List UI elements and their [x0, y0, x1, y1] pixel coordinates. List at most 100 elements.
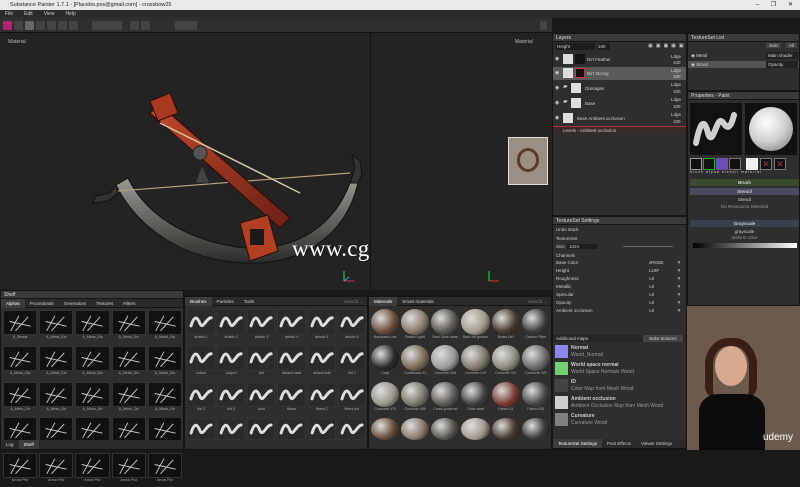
brush-thumbnail[interactable]: artistic 3	[247, 309, 276, 343]
remove-channel-icon[interactable]: ✕	[677, 267, 681, 274]
tab-log[interactable]: Log	[1, 440, 19, 449]
shader-dropdown[interactable]: Main shader	[766, 52, 798, 59]
layer-row[interactable]: ◉ Dirt Feather Ldge 100	[553, 53, 686, 66]
mat-thumbnail[interactable]: Cardboard 01	[401, 345, 430, 379]
mat-thumbnail[interactable]	[461, 417, 490, 447]
layer-row[interactable]: ◉ ▰ Damages Ldge 100	[553, 81, 686, 95]
mat-thumbnail[interactable]: Carbon Fiber	[521, 309, 550, 343]
alpha-thumbnail[interactable]: A_Metal_Dis	[75, 310, 110, 344]
alpha-thumbnail[interactable]: Arrow Pict	[3, 453, 38, 487]
clone-tool-icon[interactable]	[58, 21, 67, 30]
geometry-fill-icon[interactable]	[36, 21, 45, 30]
channel-format[interactable]: L8	[649, 291, 654, 298]
render-icon[interactable]	[141, 21, 150, 30]
view-mode-dropdown[interactable]	[175, 21, 197, 30]
picker-tool-icon[interactable]	[69, 21, 78, 30]
tab-textures[interactable]: Textures	[91, 299, 118, 308]
mat-thumbnail[interactable]	[401, 417, 430, 447]
brush-thumbnail[interactable]	[217, 417, 246, 447]
symmetry-control[interactable]	[92, 21, 122, 30]
brush-thumbnail[interactable]: dirt 1	[337, 345, 366, 379]
toolbar-menu-icon[interactable]	[540, 21, 547, 30]
mat-thumbnail[interactable]: Concrete 020	[521, 345, 550, 379]
alpha-thumbnail[interactable]: Arrow Pict	[147, 453, 182, 487]
brush-thumbnail[interactable]: dirt 3	[217, 381, 246, 416]
alpha-thumbnail[interactable]: A_Metal_Dis	[3, 345, 38, 380]
mat-thumbnail[interactable]: Concrete 011	[491, 345, 520, 379]
mat-thumbnail[interactable]	[491, 417, 520, 447]
brush-thumbnail[interactable]: artistic 4	[277, 309, 306, 343]
projection-tool-icon[interactable]	[25, 21, 34, 30]
map-normal[interactable]: Normal Wood_Normal	[554, 344, 685, 360]
brush-thumbnail[interactable]: crayon	[217, 345, 246, 379]
mat-thumbnail[interactable]	[521, 417, 550, 447]
grayscale-section-header[interactable]: Grayscale	[690, 220, 799, 227]
mat-thumbnail[interactable]: Concrete 050	[401, 381, 430, 416]
eye-icon[interactable]: ◉	[555, 100, 559, 107]
layer-row[interactable]: ◉ Base Ambient occlusion Ldge 100	[553, 111, 686, 125]
alpha-thumbnail[interactable]: A_Metal_Dis	[147, 345, 182, 380]
effect-row[interactable]: Levels - Ambient occlusion	[553, 126, 686, 133]
viewport-3d[interactable]: Material www.cg-ku.com	[0, 33, 447, 290]
remove-channel-icon[interactable]: ✕	[677, 291, 681, 298]
brush-thumbnail[interactable]: artistic 2	[217, 309, 246, 343]
tab-tools[interactable]: Tools	[239, 297, 260, 306]
remove-channel-icon[interactable]: ✕	[677, 275, 681, 282]
brush-thumbnail[interactable]	[307, 417, 336, 447]
channel-row[interactable]: Base Color sRGB8 ✕	[553, 259, 686, 266]
brush-thumbnail[interactable]: dirt	[247, 345, 276, 379]
remove-channel-icon[interactable]: ✕	[677, 299, 681, 306]
alpha-thumbnail[interactable]: A_Mesh_Dir	[75, 381, 110, 416]
tab-brushes[interactable]: Brushes	[185, 297, 212, 306]
mat-thumbnail[interactable]: Coal	[371, 345, 400, 379]
brush-thumbnail[interactable]	[337, 417, 366, 447]
brush-thumbnail[interactable]: fibers 2	[307, 381, 336, 416]
map-id[interactable]: ID Color Map from Mesh Wood	[554, 378, 685, 394]
alpha-thumbnail[interactable]: A_Beads	[3, 310, 38, 344]
color-thumb-icon[interactable]	[746, 158, 758, 170]
brush-thumbnail[interactable]: artistic 6	[337, 309, 366, 343]
channel-format[interactable]: L8	[649, 283, 654, 290]
mat-thumbnail[interactable]	[371, 417, 400, 447]
layer-row[interactable]: ◉ ▰ Base Ldge 100	[553, 96, 686, 110]
layer-row-selected[interactable]: ◉ Dirt Strong Ldge 100	[553, 67, 686, 80]
alpha-thumbnail[interactable]: A_Metal_Dis	[111, 310, 146, 344]
grayscale-slider[interactable]	[693, 243, 797, 248]
mat-thumbnail[interactable]: Fabric 03	[491, 381, 520, 416]
all-button[interactable]: All	[786, 43, 798, 48]
camera-icon[interactable]	[130, 21, 139, 30]
brush-thumbnail[interactable]: default soft	[307, 345, 336, 379]
channel-format[interactable]: L8	[649, 275, 654, 282]
map-world-normal[interactable]: World space normal World Space Normals Wo…	[554, 361, 685, 377]
brush-thumbnail[interactable]: fibers	[277, 381, 306, 416]
alpha-thumbnail[interactable]: A_Mesh_Dir	[147, 381, 182, 416]
brush-thumbnail[interactable]: dirt 2	[187, 381, 216, 416]
brush-thumbnail[interactable]: cotton	[187, 345, 216, 379]
stencil-section-header[interactable]: Stencil	[690, 188, 799, 195]
menu-edit[interactable]: Edit	[24, 11, 33, 17]
tab-textureset-settings[interactable]: TextureSet Settings	[553, 439, 603, 448]
brush-thumbnail[interactable]: default hard	[277, 345, 306, 379]
channel-format[interactable]: L16F	[649, 267, 659, 274]
alpha-thumbnail[interactable]: Arrow Pict	[39, 453, 74, 487]
brush-thumbnail[interactable]: dust	[247, 381, 276, 416]
undo-stack-button[interactable]: Undo stack	[553, 226, 686, 233]
materials-search[interactable]: Search...	[523, 297, 551, 306]
tab-particles[interactable]: Particles	[212, 297, 239, 306]
size-slider[interactable]	[623, 246, 673, 247]
alpha-thumbnail[interactable]: A_Mesh_Dir	[3, 381, 38, 416]
size-dropdown[interactable]: 1024	[567, 244, 597, 249]
channel-row[interactable]: Ambient occlusion L8 ✕	[553, 307, 686, 314]
map-ambient-occlusion[interactable]: Ambient occlusion Ambient Occlusion Map f…	[554, 395, 685, 411]
channel-row[interactable]: Height L16F ✕	[553, 267, 686, 274]
mat-thumbnail[interactable]: Brass Dirt	[491, 309, 520, 343]
channel-row[interactable]: Opacity L8 ✕	[553, 299, 686, 306]
remove-channel-icon[interactable]: ✕	[677, 307, 681, 314]
mat-thumbnail[interactable]: Baked Lighti	[401, 309, 430, 343]
brush-thumbnail[interactable]	[277, 417, 306, 447]
brush-thumbnail[interactable]	[247, 417, 276, 447]
mat-thumbnail[interactable]: Bark old grease	[461, 309, 490, 343]
alpha-thumbnail[interactable]: A_Metal_Dis	[75, 345, 110, 380]
alpha-thumbnail[interactable]: A_Metal_Dis	[147, 310, 182, 344]
tab-viewer-settings[interactable]: Viewer Settings	[636, 439, 677, 448]
